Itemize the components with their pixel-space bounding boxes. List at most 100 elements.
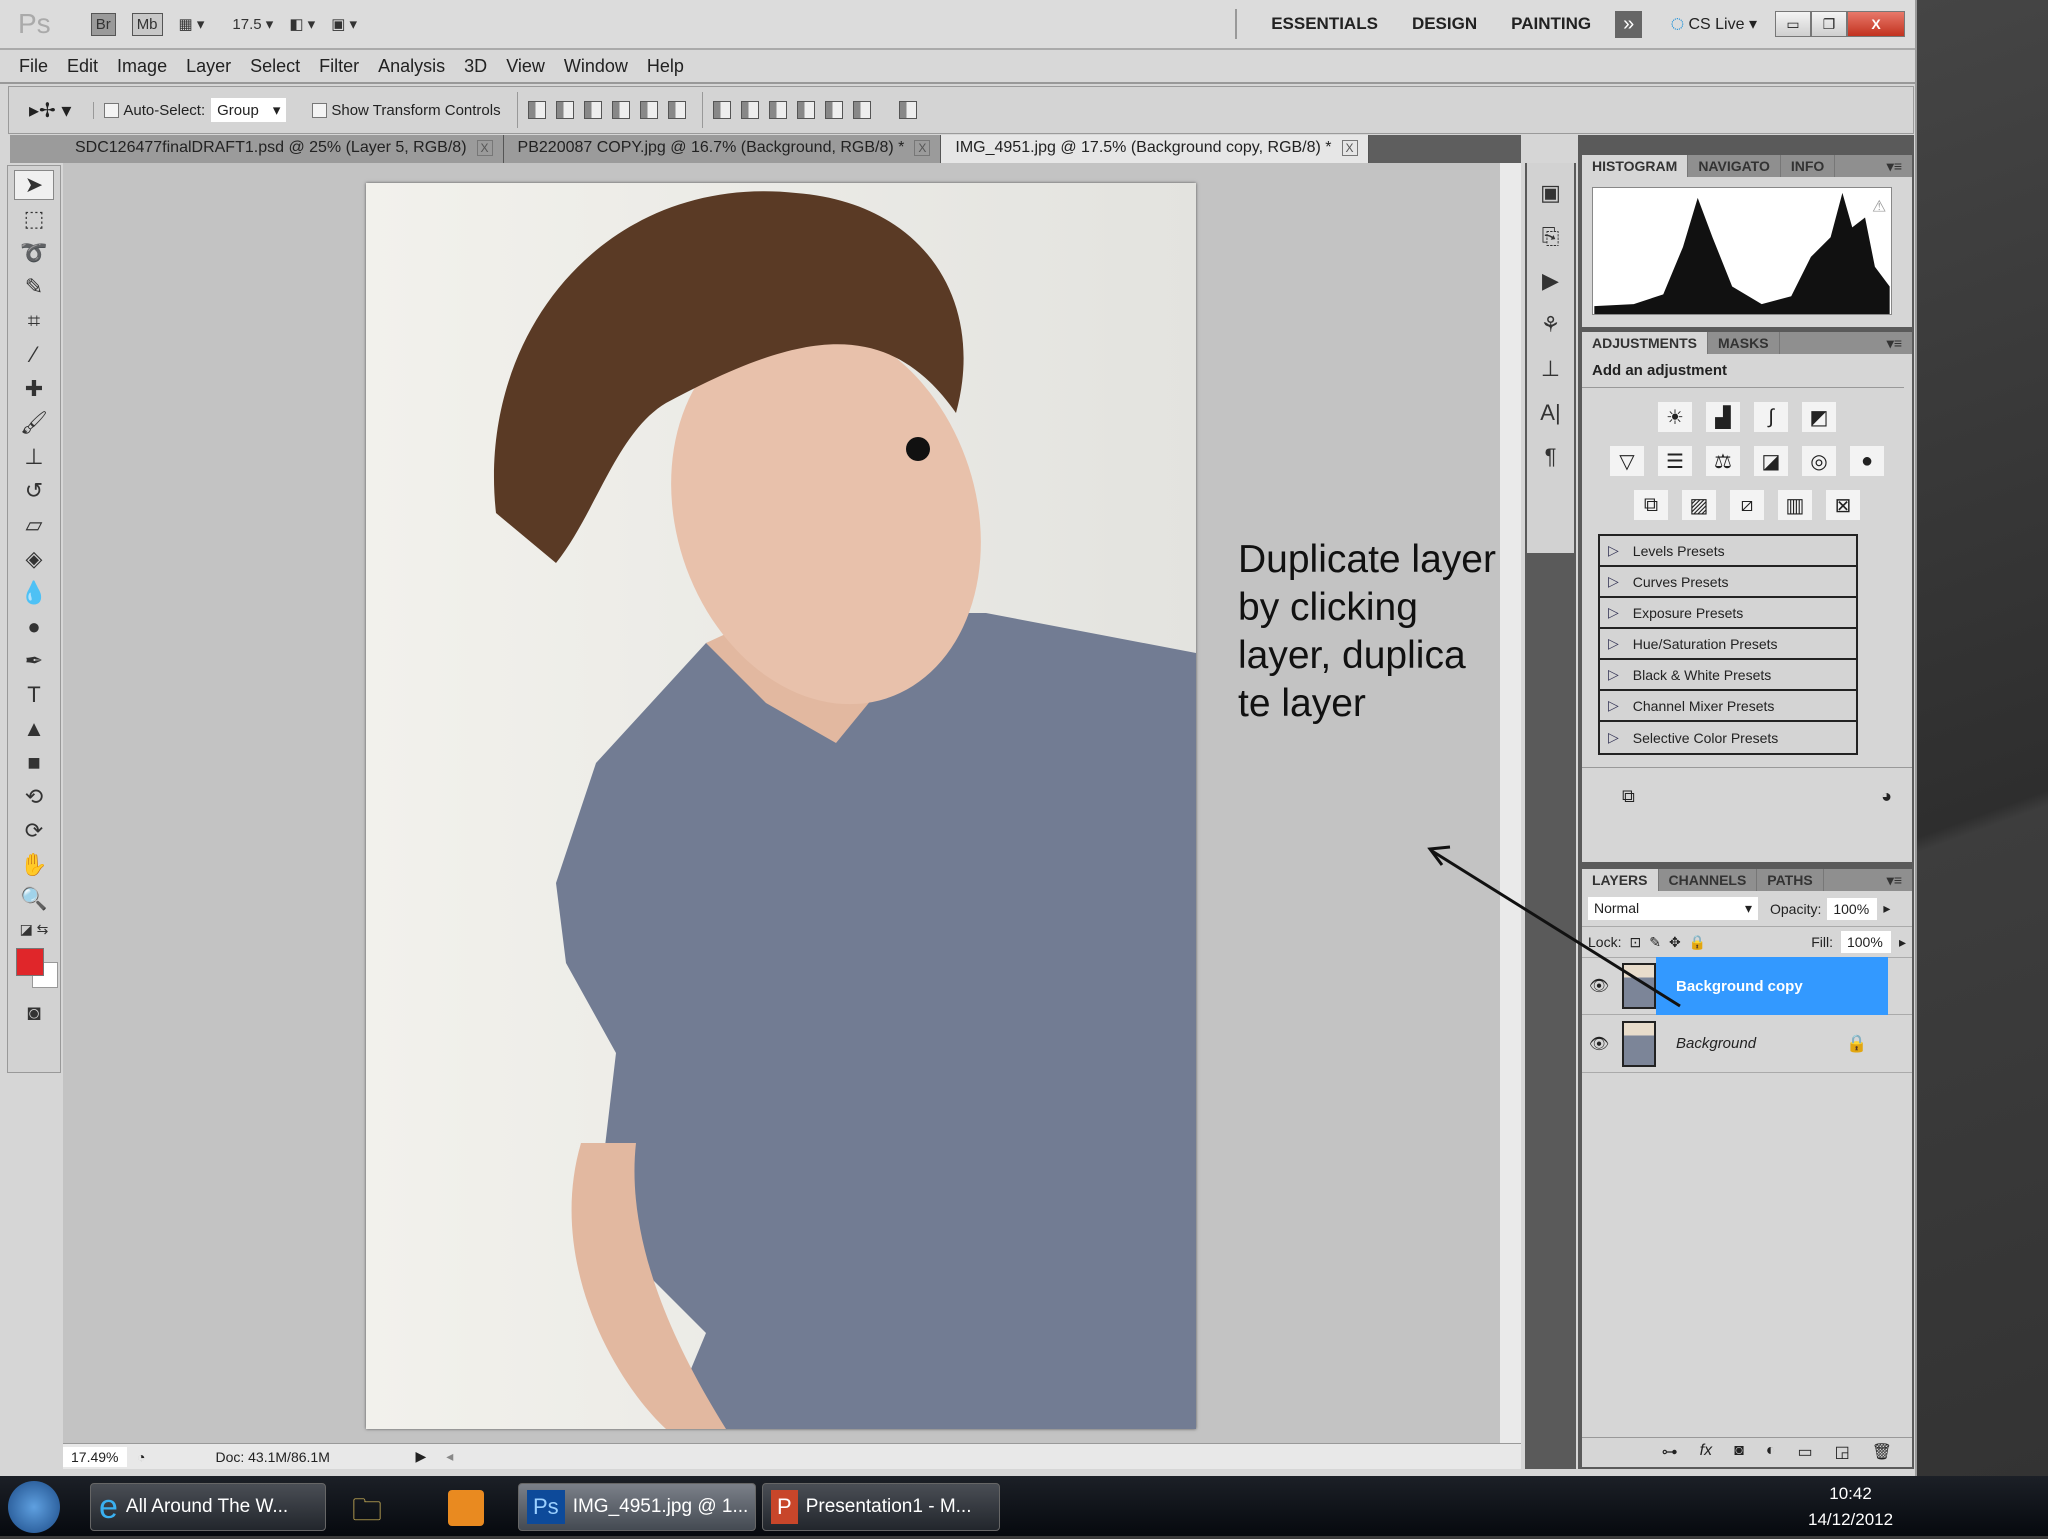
preset-item[interactable]: ▷Black & White Presets <box>1600 660 1856 691</box>
marquee-tool[interactable]: ⬚ <box>14 204 54 234</box>
actions-dock-icon[interactable]: ▶ <box>1527 259 1574 303</box>
horizontal-scroll-left[interactable]: ◂ <box>446 1448 453 1465</box>
menu-3d[interactable]: 3D <box>464 56 487 77</box>
curves-icon[interactable]: ∫ <box>1754 402 1788 432</box>
posterize-icon[interactable]: ▨ <box>1682 490 1716 520</box>
eyedropper-tool[interactable]: ⁄ <box>14 340 54 370</box>
3d-orbit-tool[interactable]: ⟳ <box>14 816 54 846</box>
clone-stamp-tool[interactable]: ⊥ <box>14 442 54 472</box>
threshold-icon[interactable]: ⧄ <box>1730 490 1764 520</box>
preset-item[interactable]: ▷Channel Mixer Presets <box>1600 691 1856 722</box>
opacity-slider-arrow[interactable]: ▸ <box>1883 900 1890 917</box>
preset-item[interactable]: ▷Hue/Saturation Presets <box>1600 629 1856 660</box>
doc-tab-sdc126477[interactable]: SDC126477finalDRAFT1.psd @ 25% (Layer 5,… <box>10 135 504 163</box>
taskbar-ie[interactable]: eAll Around The W... <box>90 1483 326 1531</box>
distribute-top-icon[interactable] <box>713 101 731 119</box>
character-dock-icon[interactable]: A| <box>1527 391 1574 435</box>
distribute-bottom-icon[interactable] <box>769 101 787 119</box>
type-tool[interactable]: T <box>14 680 54 710</box>
align-hcenter-icon[interactable] <box>640 101 658 119</box>
preset-item[interactable]: ▷Selective Color Presets <box>1600 722 1856 753</box>
tool-presets-dock-icon[interactable]: ⚘ <box>1527 303 1574 347</box>
add-mask-icon[interactable]: ◙ <box>1734 1442 1744 1463</box>
restore-button[interactable]: ❐ <box>1811 11 1847 37</box>
mini-bridge-button[interactable]: Mb <box>132 13 163 36</box>
layer-name[interactable]: Background copy <box>1656 957 1888 1015</box>
menu-select[interactable]: Select <box>250 56 300 77</box>
zoom-tool[interactable]: 🔍 <box>14 884 54 914</box>
fill-slider-arrow[interactable]: ▸ <box>1899 934 1906 951</box>
exposure-icon[interactable]: ◩ <box>1802 402 1836 432</box>
auto-align-icon[interactable] <box>899 101 917 119</box>
mini-bridge-dock-icon[interactable]: ▣ <box>1527 171 1574 215</box>
distribute-hcenter-icon[interactable] <box>825 101 843 119</box>
adjustment-layer-icon[interactable]: ◐ <box>1766 1442 1776 1463</box>
taskbar-photoshop[interactable]: PsIMG_4951.jpg @ 1... <box>518 1483 756 1531</box>
taskbar-powerpoint[interactable]: PPresentation1 - M... <box>762 1483 1000 1531</box>
menu-filter[interactable]: Filter <box>319 56 359 77</box>
tab-navigator[interactable]: NAVIGATO <box>1688 155 1781 177</box>
align-right-icon[interactable] <box>668 101 686 119</box>
close-tab-icon[interactable]: X <box>1342 140 1358 156</box>
vertical-scrollbar[interactable] <box>1500 163 1521 1443</box>
menu-layer[interactable]: Layer <box>186 56 231 77</box>
blur-tool[interactable]: 💧 <box>14 578 54 608</box>
tab-adjustments[interactable]: ADJUSTMENTS <box>1582 332 1708 354</box>
doc-tab-img4951[interactable]: IMG_4951.jpg @ 17.5% (Background copy, R… <box>941 135 1368 163</box>
menu-window[interactable]: Window <box>564 56 628 77</box>
reset-icon[interactable]: ◕ <box>1881 786 1892 807</box>
pen-tool[interactable]: ✒ <box>14 646 54 676</box>
new-layer-icon[interactable]: ◲ <box>1835 1442 1850 1463</box>
tab-paths[interactable]: PATHS <box>1757 869 1823 891</box>
lock-position-icon[interactable]: ✥ <box>1669 934 1681 951</box>
zoom-level-select[interactable]: 17.5 ▾ <box>232 15 273 33</box>
panel-menu-icon[interactable]: ▾≡ <box>1877 332 1912 354</box>
layer-row-background[interactable]: 👁 Background 🔒 <box>1582 1015 1912 1073</box>
rectangle-tool[interactable]: ■ <box>14 748 54 778</box>
close-button[interactable]: X <box>1847 11 1905 37</box>
bridge-button[interactable]: Br <box>91 13 116 36</box>
preset-item[interactable]: ▷Exposure Presets <box>1600 598 1856 629</box>
gradient-map-icon[interactable]: ▥ <box>1778 490 1812 520</box>
workspace-essentials[interactable]: ESSENTIALS <box>1271 14 1378 34</box>
visibility-eye-icon[interactable]: 👁 <box>1582 976 1616 996</box>
menu-file[interactable]: File <box>19 56 48 77</box>
layer-name[interactable]: Background <box>1656 1035 1846 1052</box>
tab-masks[interactable]: MASKS <box>1708 332 1780 354</box>
layer-row-background-copy[interactable]: 👁 Background copy <box>1582 957 1912 1015</box>
swap-colors-icon[interactable]: ◪ ⇆ <box>14 918 54 940</box>
lasso-tool[interactable]: ➰ <box>14 238 54 268</box>
vibrance-icon[interactable]: ▽ <box>1610 446 1644 476</box>
auto-select-dropdown[interactable]: Group▾ <box>211 98 286 122</box>
workspace-painting[interactable]: PAINTING <box>1511 14 1591 34</box>
path-selection-tool[interactable]: ▲ <box>14 714 54 744</box>
arrange-documents-icon[interactable]: ◧ ▾ <box>289 15 315 33</box>
system-clock[interactable]: 10:4214/12/2012 <box>1808 1484 1893 1530</box>
align-bottom-icon[interactable] <box>584 101 602 119</box>
cs-live-menu[interactable]: CS Live ▾ <box>1688 14 1757 34</box>
move-tool[interactable]: ➤ <box>14 170 54 200</box>
distribute-right-icon[interactable] <box>853 101 871 119</box>
photo-filter-icon[interactable]: ◎ <box>1802 446 1836 476</box>
menu-help[interactable]: Help <box>647 56 684 77</box>
status-menu-arrow[interactable]: ▶ <box>415 1448 426 1465</box>
hue-saturation-icon[interactable]: ☰ <box>1658 446 1692 476</box>
distribute-vcenter-icon[interactable] <box>741 101 759 119</box>
layer-style-icon[interactable]: fx <box>1700 1442 1712 1463</box>
color-balance-icon[interactable]: ⚖ <box>1706 446 1740 476</box>
quick-selection-tool[interactable]: ✎ <box>14 272 54 302</box>
minimize-button[interactable]: ▭ <box>1775 11 1811 37</box>
history-dock-icon[interactable]: ⎘ <box>1527 215 1574 259</box>
lock-all-icon[interactable]: 🔒 <box>1689 934 1706 951</box>
lock-pixels-icon[interactable]: ✎ <box>1649 934 1661 951</box>
menu-analysis[interactable]: Analysis <box>378 56 445 77</box>
tab-info[interactable]: INFO <box>1781 155 1835 177</box>
selective-color-icon[interactable]: ⊠ <box>1826 490 1860 520</box>
close-tab-icon[interactable]: X <box>914 140 930 156</box>
hand-tool[interactable]: ✋ <box>14 850 54 880</box>
invert-icon[interactable]: ⧉ <box>1634 490 1668 520</box>
explorer-icon[interactable]: 🗀 <box>352 1488 382 1539</box>
align-top-icon[interactable] <box>528 101 546 119</box>
brightness-contrast-icon[interactable]: ☀ <box>1658 402 1692 432</box>
delete-layer-icon[interactable]: 🗑 <box>1872 1442 1892 1463</box>
